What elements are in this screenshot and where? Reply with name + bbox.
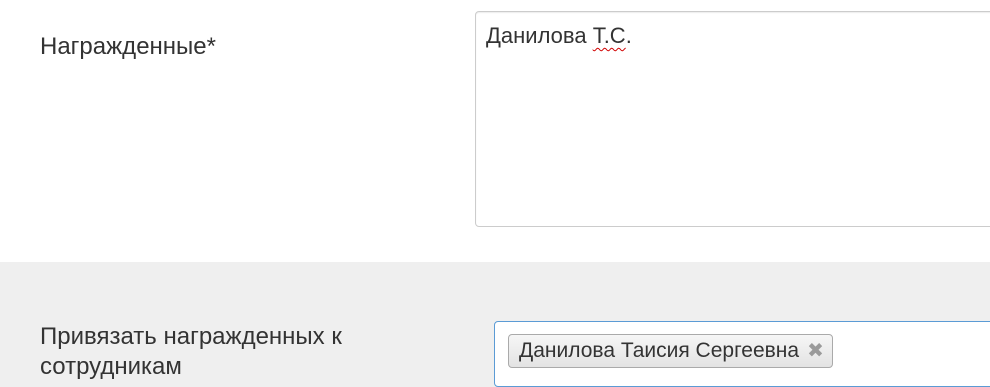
employees-multiselect[interactable]: Данилова Таисия Сергеевна ✖ bbox=[494, 321, 990, 387]
awarded-section: Награжденные* Данилова Т.С. bbox=[0, 0, 990, 262]
awarded-text-end: . bbox=[625, 23, 632, 48]
selected-employee-name: Данилова Таисия Сергеевна bbox=[519, 339, 800, 362]
close-icon[interactable]: ✖ bbox=[807, 341, 824, 361]
awarded-textarea[interactable]: Данилова Т.С. bbox=[475, 11, 990, 227]
selected-employee-tag: Данилова Таисия Сергеевна ✖ bbox=[508, 334, 833, 368]
awarded-text-initials: Т.С bbox=[592, 23, 626, 48]
awarded-label: Награжденные* bbox=[40, 33, 216, 60]
award-form: Награжденные* Данилова Т.С. Привязать на… bbox=[0, 0, 990, 387]
awarded-text-name: Данилова bbox=[486, 23, 593, 48]
link-employees-label: Привязать награжденных к сотрудникам bbox=[40, 323, 342, 380]
